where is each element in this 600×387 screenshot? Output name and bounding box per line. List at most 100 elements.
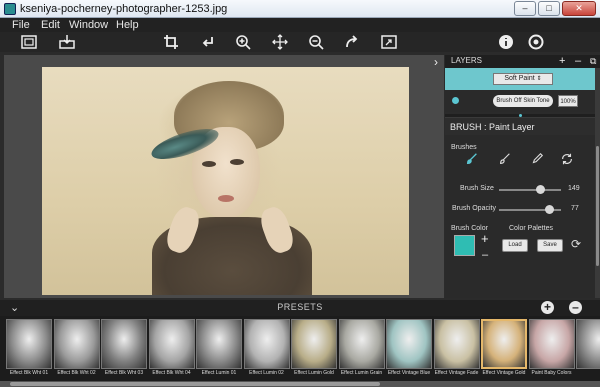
minimize-button[interactable]: –	[514, 1, 536, 16]
preset-image	[6, 319, 52, 369]
brush-panel: Brushes Brush Size 149 Brush Opacity 77 …	[445, 135, 595, 298]
redo-icon[interactable]	[343, 33, 361, 51]
brush-title: BRUSH : Paint Layer	[450, 122, 535, 132]
preset-image	[291, 319, 337, 369]
brush-size-slider[interactable]	[499, 185, 561, 194]
title-bar: kseniya-pocherney-photographer-1253.jpg …	[0, 0, 600, 18]
chevron-down-icon: ⇕	[536, 76, 542, 82]
preset-thumbnail[interactable]: Effect Lumin Grain	[338, 319, 385, 383]
add-layer-button[interactable]: +	[559, 55, 565, 67]
color-palettes-label: Color Palettes	[509, 225, 553, 232]
app-icon	[4, 3, 16, 15]
preset-thumbnail[interactable]: Paint Baby Colors	[528, 319, 575, 383]
remove-color-button[interactable]: –	[482, 249, 488, 261]
brush-color-swatch[interactable]	[454, 235, 475, 256]
paint-brush-icon[interactable]	[461, 152, 483, 172]
blend-mode-value: Soft Paint	[504, 75, 535, 82]
preset-thumbnail[interactable]: Effect Blk Wht 01	[6, 319, 52, 383]
presets-scrollbar-thumb[interactable]	[10, 382, 380, 386]
fit-to-screen-icon[interactable]	[20, 33, 38, 51]
remove-layer-button[interactable]: –	[575, 55, 581, 67]
load-palette-button[interactable]: Load	[502, 239, 528, 252]
layer-name[interactable]: Brush Off Skin Tone	[493, 95, 553, 107]
preset-thumbnail[interactable]: Effect Lumin 01	[196, 319, 242, 383]
preset-label: Effect Lumin 01	[201, 370, 237, 376]
preset-label: Effect Lumin Gold	[294, 370, 334, 376]
add-color-button[interactable]: +	[481, 231, 489, 246]
info-icon[interactable]	[497, 33, 515, 51]
save-palette-button[interactable]: Save	[537, 239, 563, 252]
panel-scrollbar[interactable]	[595, 68, 600, 298]
add-preset-button[interactable]: +	[541, 301, 554, 314]
menu-file[interactable]: File	[12, 19, 30, 31]
brush-opacity-label: Brush Opacity	[452, 205, 496, 212]
blend-mode-select[interactable]: Soft Paint ⇕	[493, 73, 553, 85]
brush-size-knob[interactable]	[535, 185, 545, 194]
window-title: kseniya-pocherney-photographer-1253.jpg	[20, 3, 228, 15]
preset-image	[101, 319, 147, 369]
close-button[interactable]: ✕	[562, 1, 596, 16]
refresh-icon[interactable]: ⟳	[571, 237, 581, 251]
layer-opacity[interactable]: 100%	[558, 95, 578, 107]
photo	[42, 67, 409, 295]
layer-row-blend[interactable]: Soft Paint ⇕	[445, 68, 595, 90]
preset-thumbnail[interactable]: Effect Vintage Gold	[481, 319, 527, 383]
layers-title: LAYERS	[451, 56, 482, 65]
preset-thumbnail[interactable]: Effect Blk Wht 02	[53, 319, 100, 383]
layer-visibility-dot[interactable]	[452, 97, 459, 104]
image-canvas[interactable]	[4, 55, 444, 298]
brush-size-value: 149	[568, 185, 580, 192]
menu-edit[interactable]: Edit	[41, 19, 60, 31]
panel-toggle-arrow[interactable]: ›	[434, 55, 438, 69]
panel-scrollbar-thumb[interactable]	[596, 146, 599, 266]
open-image-icon[interactable]	[58, 33, 76, 51]
zoom-in-icon[interactable]	[234, 33, 252, 51]
move-icon[interactable]	[271, 33, 289, 51]
actual-size-icon[interactable]	[380, 33, 398, 51]
preset-label: Effect Vintage Fade	[434, 370, 479, 376]
photo-lips	[218, 195, 234, 202]
preset-label: Effect Blk Wht 03	[104, 370, 144, 376]
layer-row[interactable]: Brush Off Skin Tone 100%	[445, 90, 595, 112]
preset-thumbnail[interactable]	[576, 319, 600, 383]
presets-title: PRESETS	[277, 302, 323, 312]
brush-opacity-slider[interactable]	[499, 205, 561, 214]
eyedropper-icon[interactable]	[526, 152, 548, 172]
remove-preset-button[interactable]: –	[569, 301, 582, 314]
menu-help[interactable]: Help	[116, 19, 139, 31]
preset-thumbnail[interactable]: Effect Blk Wht 04	[148, 319, 195, 383]
crop-icon[interactable]	[162, 33, 180, 51]
preset-image	[148, 319, 195, 369]
brush-opacity-value: 77	[571, 205, 579, 212]
brush-opacity-knob[interactable]	[544, 205, 554, 214]
menu-bar: File Edit Window Help	[0, 18, 600, 32]
presets-strip: Effect Blk Wht 01 Effect Blk Wht 02 Effect…	[0, 316, 600, 387]
menu-window[interactable]: Window	[69, 19, 108, 31]
settings-icon[interactable]	[527, 33, 545, 51]
preset-thumbnail[interactable]: Effect Vintage Fade	[433, 319, 480, 383]
preset-image	[243, 319, 290, 369]
brush-size-label: Brush Size	[460, 185, 494, 192]
preset-image	[576, 319, 600, 369]
presets-scrollbar[interactable]	[0, 381, 600, 387]
preset-image	[386, 319, 432, 369]
preset-thumbnail[interactable]: Effect Blk Wht 03	[101, 319, 147, 383]
undo-icon[interactable]	[199, 33, 217, 51]
preset-thumbnail[interactable]: Effect Vintage Blue	[386, 319, 432, 383]
preset-label: Effect Blk Wht 02	[57, 370, 96, 376]
zoom-out-icon[interactable]	[307, 33, 325, 51]
reset-brush-icon[interactable]	[556, 152, 578, 172]
preset-image	[433, 319, 480, 369]
duplicate-layer-button[interactable]: ⧉	[590, 55, 596, 67]
erase-brush-icon[interactable]	[494, 152, 516, 172]
preset-thumbnail[interactable]: Effect Lumin 02	[243, 319, 290, 383]
preset-label: Effect Blk Wht 04	[152, 370, 191, 376]
photo-eye-left	[202, 161, 216, 167]
preset-label: Effect Vintage Gold	[482, 370, 526, 376]
brush-header: BRUSH : Paint Layer	[445, 117, 600, 135]
preset-thumbnail[interactable]: Effect Lumin Gold	[291, 319, 337, 383]
maximize-button[interactable]: □	[538, 1, 560, 16]
preset-label: Effect Lumin 02	[249, 370, 284, 376]
photo-eye-right	[230, 159, 244, 165]
preset-image	[53, 319, 100, 369]
